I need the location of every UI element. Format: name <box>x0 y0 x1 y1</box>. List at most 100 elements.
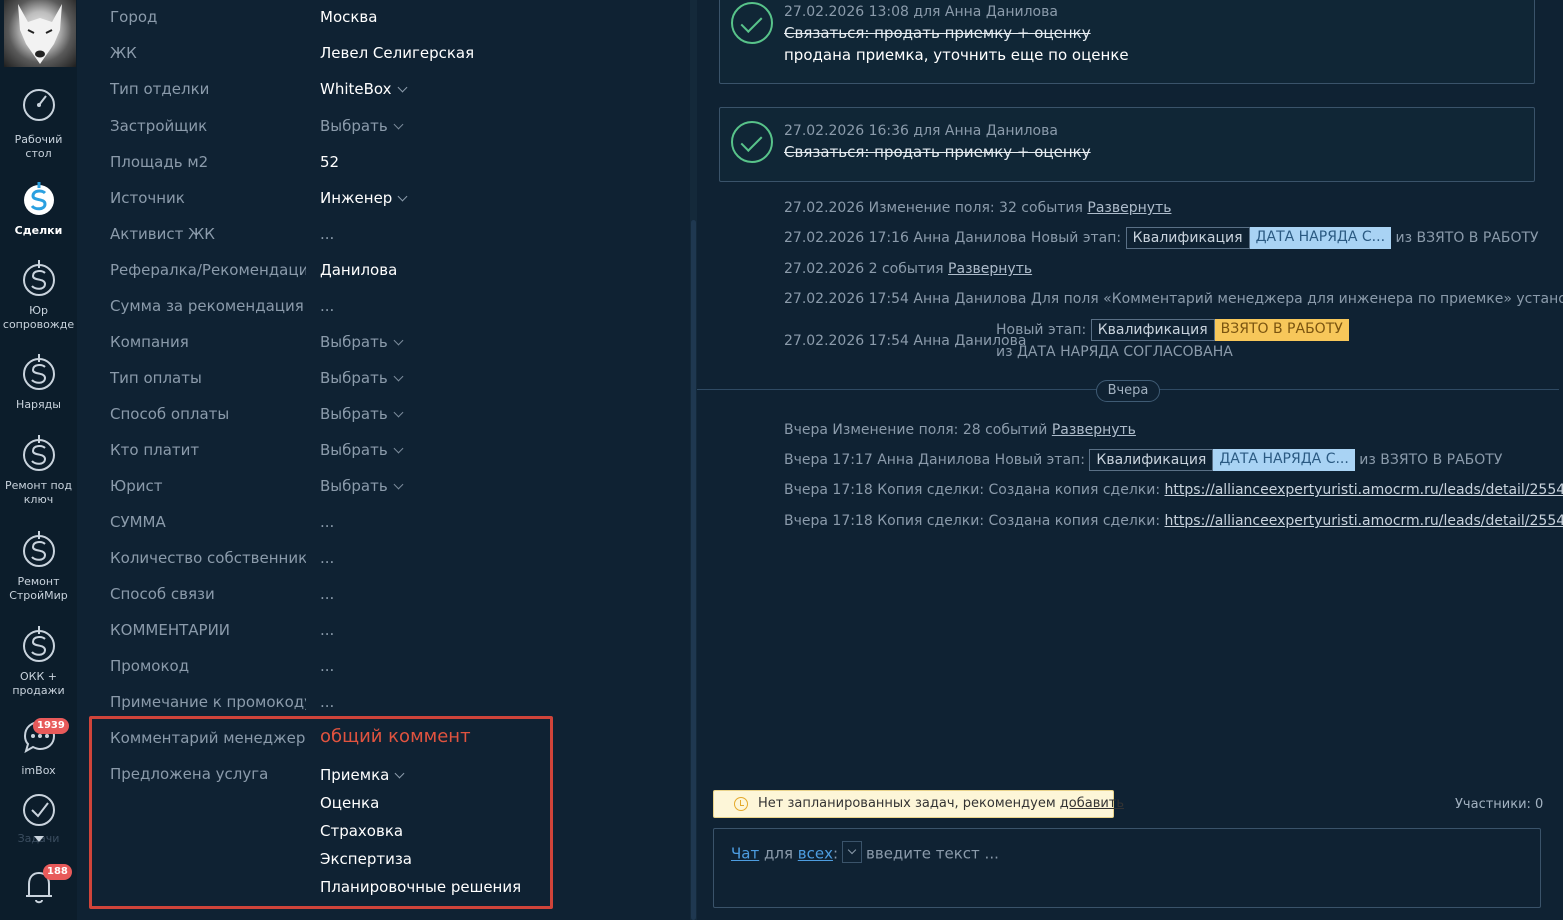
clock-icon <box>734 797 748 811</box>
nav-turnkey-label-1: Ремонт под <box>4 479 73 492</box>
finish-type-select[interactable]: WhiteBox <box>320 79 407 99</box>
field-label: Сумма за рекомендация <box>110 297 304 315</box>
chevron-down-icon <box>393 407 404 418</box>
field-label: Количество собственников <box>110 549 306 567</box>
nav-okk-sales[interactable]: ОКК + продажи <box>0 624 77 698</box>
imbox-unread-badge: 1939 <box>33 718 69 734</box>
field-value[interactable]: Левел Селигерская <box>320 43 474 63</box>
event-row: Вчера Изменение поля: 28 событий Разверн… <box>784 419 1136 441</box>
event-text: 27.02.2026 Изменение поля: 32 события <box>784 200 1088 216</box>
stage-tag: ДАТА НАРЯДА С... <box>1249 227 1392 249</box>
lawyer-select[interactable]: Выбрать <box>320 476 404 496</box>
event-row[interactable]: 27.02.2026 17:54 Анна Данилова Для поля … <box>784 288 1563 310</box>
field-value[interactable]: Москва <box>320 7 377 27</box>
field-value[interactable]: ... <box>320 656 334 676</box>
field-value[interactable]: 52 <box>320 152 339 172</box>
left-sidebar: Рабочий стол Сделки Юр сопровожде Наряды… <box>0 0 77 920</box>
participants-count[interactable]: Участники: 0 <box>1455 797 1543 812</box>
field-value[interactable]: ... <box>320 692 334 712</box>
event-row: 27.02.2026 2 события Развернуть <box>784 258 1032 280</box>
fields-scrollbar[interactable] <box>690 0 697 920</box>
event-text: Вчера 17:18 Копия сделки: Создана копия … <box>784 482 1165 498</box>
event-row: Вчера 17:18 Копия сделки: Создана копия … <box>784 510 1563 532</box>
add-task-link[interactable]: добавить <box>1060 796 1124 811</box>
caret-down-icon <box>34 836 44 842</box>
field-comments: КОММЕНТАРИИ ... <box>110 620 690 650</box>
nav-dashboard-label-1: Рабочий <box>14 133 63 146</box>
checkmark-circle-icon <box>22 794 55 826</box>
field-value[interactable]: Данилова <box>320 260 397 280</box>
message-input-placeholder[interactable]: введите текст ... <box>866 845 999 863</box>
field-value[interactable]: ... <box>320 512 334 532</box>
recipients-link[interactable]: всех <box>798 845 833 863</box>
chat-mode-link[interactable]: Чат <box>731 845 759 863</box>
nav-legal-label-1: Юр <box>29 304 48 317</box>
notice-text: Нет запланированных задач, рекомендуем <box>758 796 1060 811</box>
field-label: Кто платит <box>110 441 200 459</box>
payment-type-select[interactable]: Выбрать <box>320 368 404 388</box>
select-value: Выбрать <box>320 117 388 135</box>
stage-tag: ДАТА НАРЯДА С... <box>1213 449 1355 471</box>
recipient-dropdown[interactable] <box>842 841 863 863</box>
payer-select[interactable]: Выбрать <box>320 440 404 460</box>
nav-notifications[interactable]: 188 <box>0 864 77 912</box>
dollar-icon <box>22 626 55 662</box>
field-source: Источник Инженер <box>110 188 690 218</box>
developer-select[interactable]: Выбрать <box>320 116 404 136</box>
field-label: Способ оплаты <box>110 405 230 423</box>
select-value: Инженер <box>320 189 393 207</box>
field-payment-type: Тип оплаты Выбрать <box>110 368 690 398</box>
task-title: Связаться: продать приемку + оценку <box>784 24 1091 42</box>
dollar-icon <box>22 531 55 567</box>
field-finish-type: Тип отделки WhiteBox <box>110 79 690 109</box>
task-done-check-icon[interactable] <box>731 121 773 163</box>
field-payment-method: Способ оплаты Выбрать <box>110 404 690 434</box>
expand-link[interactable]: Развернуть <box>948 261 1032 277</box>
field-complex: ЖК Левел Селигерская <box>110 43 690 73</box>
nav-orders[interactable]: Наряды <box>0 352 77 412</box>
nav-deals[interactable]: Сделки <box>0 178 77 238</box>
nav-legal[interactable]: Юр сопровожде <box>0 258 77 332</box>
dollar-icon <box>22 260 55 296</box>
field-label: Тип оплаты <box>110 369 202 387</box>
pipeline-tag: Квалификация <box>1089 449 1214 471</box>
notifications-badge: 188 <box>43 864 72 880</box>
field-label: Застройщик <box>110 117 208 135</box>
field-value[interactable]: ... <box>320 224 334 244</box>
task-result: продана приемка, уточнить еще по оценке <box>784 46 1129 64</box>
field-label: Рефералка/Рекомендация <box>110 261 306 279</box>
field-activist: Активист ЖК ... <box>110 224 690 254</box>
payment-method-select[interactable]: Выбрать <box>320 404 404 424</box>
scrollbar-thumb[interactable] <box>691 220 696 920</box>
field-promocode: Промокод ... <box>110 656 690 686</box>
company-select[interactable]: Выбрать <box>320 332 404 352</box>
field-label: СУММА <box>110 513 166 531</box>
nav-imbox[interactable]: imBox 1939 <box>0 718 77 778</box>
task-done-check-icon[interactable] <box>731 2 773 44</box>
user-avatar[interactable] <box>4 0 76 67</box>
expand-link[interactable]: Развернуть <box>1087 200 1171 216</box>
nav-turnkey-label-2: ключ <box>23 493 54 506</box>
field-label: Компания <box>110 333 189 351</box>
task-meta: 27.02.2026 13:08 для Анна Данилова <box>784 4 1058 20</box>
source-select[interactable]: Инженер <box>320 188 408 208</box>
field-label: Активист ЖК <box>110 225 215 243</box>
lead-copy-link[interactable]: https://allianceexpertyuristi.amocrm.ru/… <box>1165 513 1563 529</box>
pipeline-tag: Квалификация <box>1090 319 1215 341</box>
field-value[interactable]: ... <box>320 620 334 640</box>
expand-link[interactable]: Развернуть <box>1052 422 1136 438</box>
nav-stroymir[interactable]: Ремонт СтройМир <box>0 529 77 603</box>
lead-copy-link[interactable]: https://allianceexpertyuristi.amocrm.ru/… <box>1165 482 1563 498</box>
message-composer[interactable]: Чат для всех: введите текст ... <box>713 828 1541 908</box>
field-value[interactable]: ... <box>320 548 334 568</box>
field-label: Город <box>110 8 158 26</box>
nav-turnkey[interactable]: Ремонт под ключ <box>0 433 77 507</box>
field-value[interactable]: ... <box>320 584 334 604</box>
nav-tasks[interactable]: Задачи <box>0 792 77 846</box>
event-text: 27.02.2026 2 события <box>784 261 949 277</box>
dollar-icon <box>22 435 55 471</box>
select-value: Выбрать <box>320 477 388 495</box>
field-value[interactable]: ... <box>320 296 334 316</box>
field-payer: Кто платит Выбрать <box>110 440 690 470</box>
nav-dashboard[interactable]: Рабочий стол <box>0 87 77 161</box>
